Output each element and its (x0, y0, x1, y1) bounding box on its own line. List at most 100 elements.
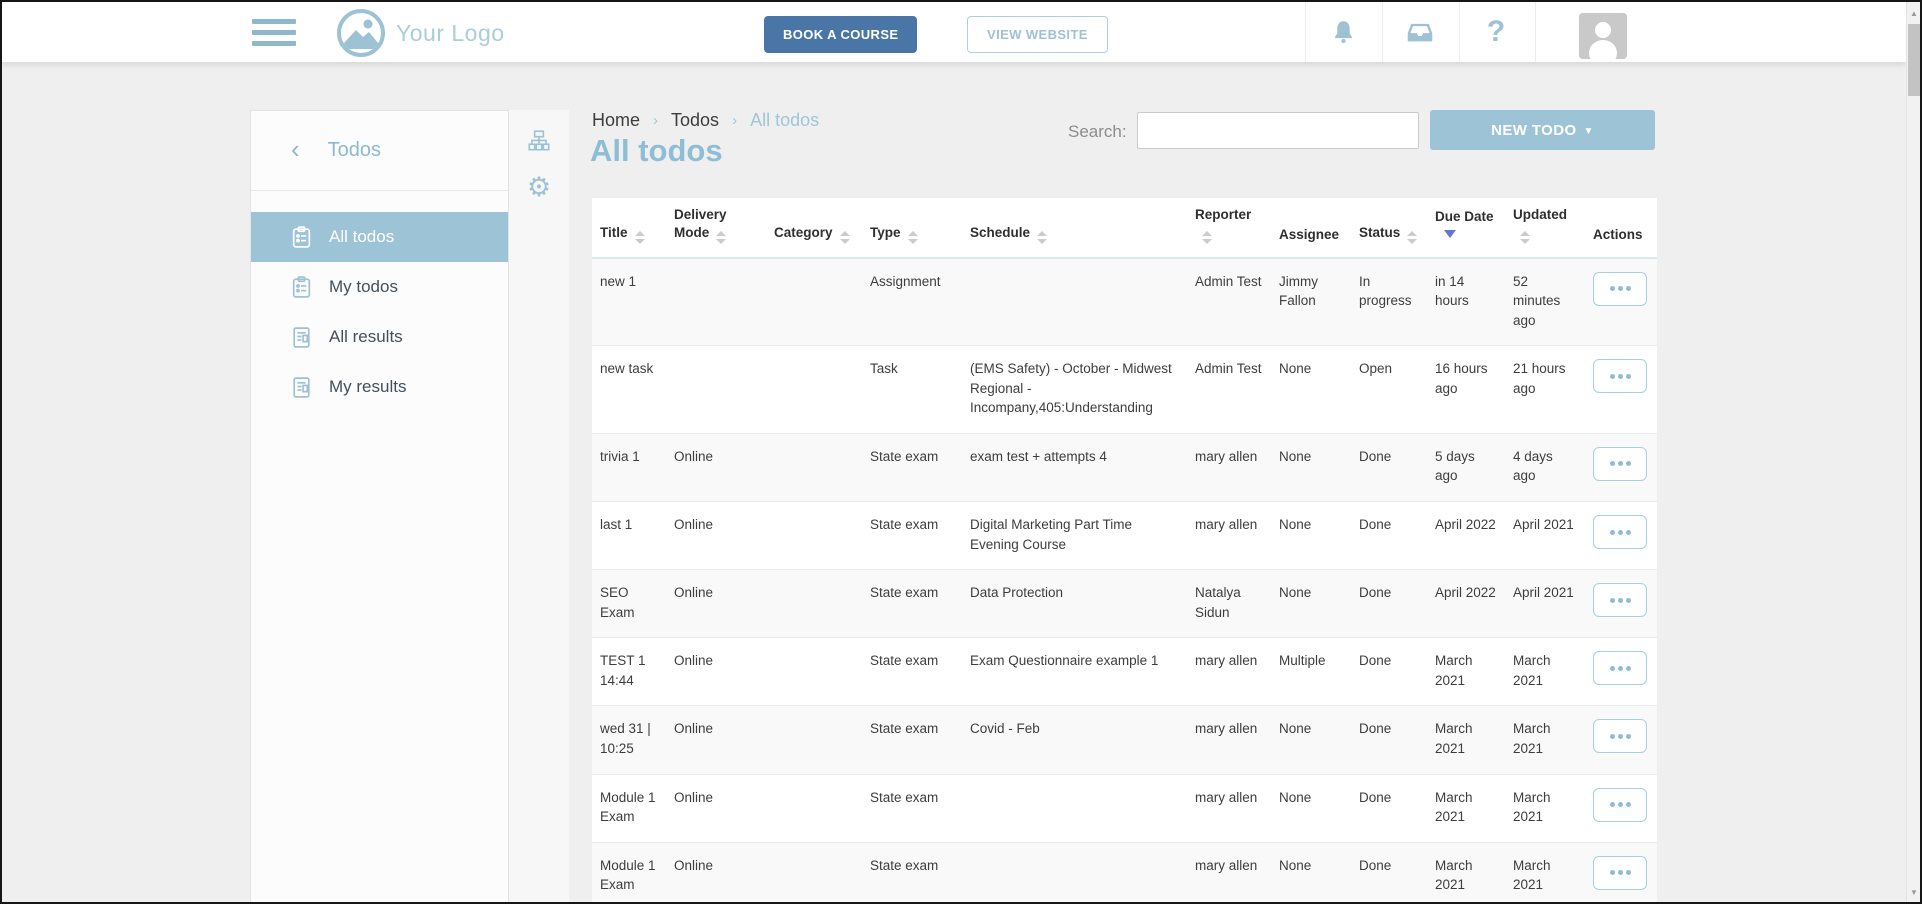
row-actions-button[interactable] (1593, 447, 1647, 481)
cell-status: Done (1351, 774, 1427, 842)
gear-icon[interactable]: ⚙ (509, 164, 569, 210)
scroll-down-icon[interactable]: ▼ (1907, 888, 1921, 897)
cell-updated: March 2021 (1505, 638, 1585, 706)
cell-assignee: None (1271, 433, 1351, 501)
cell-title: trivia 1 (592, 433, 666, 501)
scroll-up-icon[interactable]: ▲ (1907, 9, 1921, 18)
cell-assignee: None (1271, 706, 1351, 774)
app-logo[interactable]: Your Logo (337, 9, 505, 57)
cell-status: Done (1351, 502, 1427, 570)
cell-type: State exam (862, 842, 962, 904)
question-mark-icon[interactable]: ? (1466, 2, 1526, 62)
logo-text: Your Logo (396, 20, 505, 47)
breadcrumb-current: All todos (750, 110, 819, 131)
sidebar-item-all-todos[interactable]: All todos (251, 212, 508, 262)
table-row[interactable]: Module 1 Exam Online State exam mary all… (592, 774, 1657, 842)
row-actions-button[interactable] (1593, 272, 1647, 306)
cell-type: State exam (862, 638, 962, 706)
breadcrumb-todos[interactable]: Todos (671, 110, 719, 131)
breadcrumb-home[interactable]: Home (592, 110, 640, 131)
row-actions-button[interactable] (1593, 788, 1647, 822)
cell-category (766, 258, 862, 346)
row-actions-button[interactable] (1593, 856, 1647, 890)
sort-icon[interactable] (1407, 231, 1417, 244)
ellipsis-icon (1618, 461, 1623, 466)
cell-title: last 1 (592, 502, 666, 570)
table-row[interactable]: Module 1 Exam Online State exam mary all… (592, 842, 1657, 904)
row-actions-button[interactable] (1593, 719, 1647, 753)
table-row[interactable]: wed 31 | 10:25 Online State exam Covid -… (592, 706, 1657, 774)
sort-icon[interactable] (840, 231, 850, 244)
ellipsis-icon (1610, 802, 1615, 807)
inbox-tray-icon[interactable] (1390, 2, 1450, 62)
column-header-schedule[interactable]: Schedule (962, 198, 1187, 258)
cell-category (766, 842, 862, 904)
sitemap-icon[interactable] (509, 118, 569, 164)
book-a-course-button[interactable]: BOOK A COURSE (764, 16, 917, 53)
sort-icon[interactable] (908, 231, 918, 244)
table-row[interactable]: new 1 Assignment Admin Test Jimmy Fallon… (592, 258, 1657, 346)
sidebar-item-my-todos[interactable]: My todos (251, 262, 508, 312)
vertical-scrollbar[interactable]: ▲ ▼ (1906, 2, 1920, 902)
ellipsis-icon (1618, 734, 1623, 739)
top-header: Your Logo BOOK A COURSE VIEW WEBSITE ? (2, 2, 1906, 62)
cell-reporter: mary allen (1187, 842, 1271, 904)
ellipsis-icon (1618, 530, 1623, 535)
user-avatar[interactable] (1579, 13, 1627, 59)
hamburger-icon[interactable] (252, 19, 296, 52)
cell-status: Done (1351, 706, 1427, 774)
cell-updated: April 2021 (1505, 502, 1585, 570)
table-row[interactable]: TEST 1 14:44 Online State exam Exam Ques… (592, 638, 1657, 706)
ellipsis-icon (1618, 802, 1623, 807)
column-header-delivery-mode[interactable]: Delivery Mode (666, 198, 766, 258)
cell-type: Assignment (862, 258, 962, 346)
sidebar-collapse-header[interactable]: ‹ Todos (251, 111, 508, 191)
header-divider (1382, 2, 1383, 62)
sidebar-item-label: My results (329, 377, 406, 397)
column-label: Reporter (1195, 207, 1251, 222)
cell-updated: 21 hours ago (1505, 346, 1585, 434)
scrollbar-thumb[interactable] (1908, 24, 1920, 96)
ellipsis-icon (1626, 870, 1631, 875)
row-actions-button[interactable] (1593, 583, 1647, 617)
view-website-button[interactable]: VIEW WEBSITE (967, 16, 1108, 53)
table-row[interactable]: new task Task (EMS Safety) - October - M… (592, 346, 1657, 434)
cell-title: Module 1 Exam (592, 774, 666, 842)
ellipsis-icon (1610, 461, 1615, 466)
ellipsis-icon (1610, 286, 1615, 291)
column-header-category[interactable]: Category (766, 198, 862, 258)
new-todo-button[interactable]: NEW TODO▼ (1430, 110, 1655, 150)
cell-type: State exam (862, 706, 962, 774)
column-header-updated[interactable]: Updated (1505, 198, 1585, 258)
column-header-type[interactable]: Type (862, 198, 962, 258)
bell-icon[interactable] (1313, 2, 1373, 62)
ellipsis-icon (1618, 374, 1623, 379)
cell-updated: March 2021 (1505, 842, 1585, 904)
sort-icon[interactable] (1037, 231, 1047, 244)
row-actions-button[interactable] (1593, 359, 1647, 393)
sort-icon[interactable] (716, 231, 726, 244)
column-header-title[interactable]: Title (592, 198, 666, 258)
search-input[interactable] (1137, 112, 1419, 149)
new-todo-label: NEW TODO (1491, 122, 1576, 139)
row-actions-button[interactable] (1593, 651, 1647, 685)
cell-reporter: Natalya Sidun (1187, 570, 1271, 638)
cell-delivery-mode: Online (666, 433, 766, 501)
table-row[interactable]: SEO Exam Online State exam Data Protecti… (592, 570, 1657, 638)
sort-desc-icon[interactable] (1444, 230, 1456, 238)
table-row[interactable]: last 1 Online State exam Digital Marketi… (592, 502, 1657, 570)
table-row[interactable]: trivia 1 Online State exam exam test + a… (592, 433, 1657, 501)
sort-icon[interactable] (1520, 231, 1530, 244)
column-header-reporter[interactable]: Reporter (1187, 198, 1271, 258)
cell-actions (1585, 433, 1657, 501)
row-actions-button[interactable] (1593, 515, 1647, 549)
sidebar-item-my-results[interactable]: My results (251, 362, 508, 412)
sort-icon[interactable] (635, 231, 645, 244)
column-header-status[interactable]: Status (1351, 198, 1427, 258)
column-header-due-date[interactable]: Due Date (1427, 198, 1505, 258)
sidebar-title: Todos (328, 139, 381, 162)
sort-icon[interactable] (1202, 231, 1212, 244)
cell-status: Done (1351, 638, 1427, 706)
sidebar-item-all-results[interactable]: All results (251, 312, 508, 362)
cell-actions (1585, 638, 1657, 706)
